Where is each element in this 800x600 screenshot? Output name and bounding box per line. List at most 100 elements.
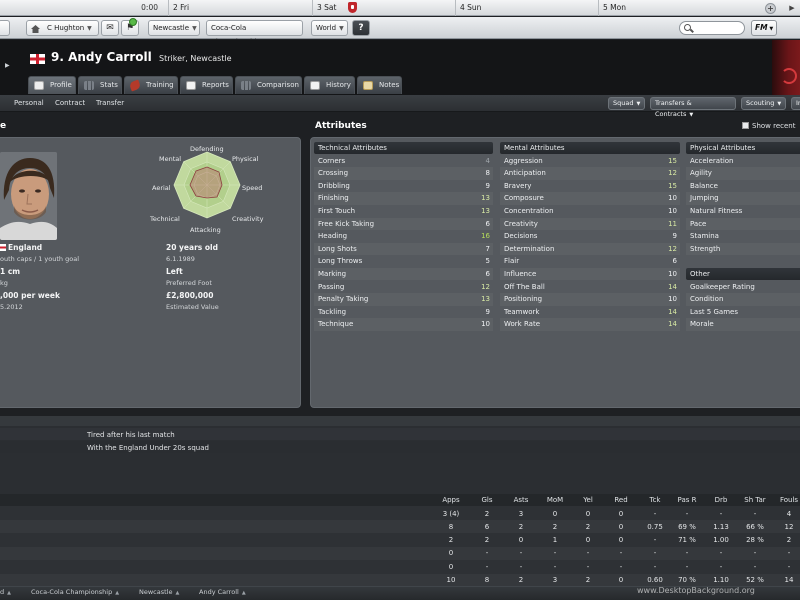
breadcrumb-item[interactable]: Coca-Cola Championship ▲ xyxy=(31,588,119,596)
attribute-row[interactable]: Finishing 13 xyxy=(314,192,493,205)
tab-reports[interactable]: Reports xyxy=(180,76,233,94)
attribute-row[interactable]: Tackling 9 xyxy=(314,306,493,319)
expand-arrow-icon[interactable]: ▶ xyxy=(5,62,10,69)
competition-menu-button[interactable]: Coca-Cola Championship▼ xyxy=(206,20,303,46)
attribute-row[interactable]: Concentration 10 xyxy=(500,205,680,218)
attribute-row[interactable]: Aggression 15 xyxy=(500,155,680,168)
calendar-day-label: 2 Fri xyxy=(173,3,190,12)
player-portrait xyxy=(0,152,57,240)
attribute-row[interactable]: Anticipation 12 xyxy=(500,167,680,180)
tab-training[interactable]: Training xyxy=(124,76,178,94)
attribute-row[interactable]: Goalkeeper Rating xyxy=(686,281,800,294)
stats-header-cell[interactable]: Tck xyxy=(637,496,673,504)
attribute-value: 5 xyxy=(485,257,490,266)
home-icon xyxy=(31,24,40,33)
attribute-row[interactable]: Off The Ball 14 xyxy=(500,281,680,294)
calendar-plus-icon[interactable]: + xyxy=(765,3,776,14)
attribute-row[interactable]: Creativity 11 xyxy=(500,217,680,231)
attribute-row[interactable]: Natural Fitness xyxy=(686,205,800,218)
attribute-row[interactable]: Crossing 8 xyxy=(314,167,493,180)
world-menu-button[interactable]: World ▼ xyxy=(311,20,348,36)
attribute-row[interactable]: Jumping xyxy=(686,192,800,205)
tab-comparison[interactable]: Comparison xyxy=(235,76,302,94)
attribute-name: Long Throws xyxy=(318,257,363,266)
stats-cell: - xyxy=(685,562,689,571)
subnav-contract[interactable]: Contract xyxy=(55,99,85,107)
attribute-row[interactable]: Bravery 15 xyxy=(500,180,680,193)
squad-menu-button[interactable]: Squad ▼ xyxy=(608,97,645,110)
stats-header-cell[interactable]: Red xyxy=(603,496,639,504)
attribute-row[interactable]: Dribbling 9 xyxy=(314,180,493,193)
calendar-day-sat[interactable]: 3 Sat xyxy=(312,0,452,16)
in-menu-button[interactable]: In xyxy=(791,97,800,110)
attribute-row[interactable]: Long Shots 7 xyxy=(314,242,493,256)
attribute-row[interactable]: Determination 12 xyxy=(500,242,680,256)
stats-header-cell[interactable]: Gls xyxy=(469,496,505,504)
attribute-row[interactable]: Agility xyxy=(686,167,800,180)
back-button[interactable] xyxy=(0,20,10,36)
show-recent-checkbox[interactable]: Show recent xyxy=(742,122,795,130)
attribute-row[interactable]: Long Throws 5 xyxy=(314,255,493,268)
attribute-row[interactable]: Condition xyxy=(686,293,800,306)
attribute-name: Marking xyxy=(318,269,347,278)
search-input[interactable] xyxy=(679,21,745,35)
attribute-row[interactable]: Penalty Taking 13 xyxy=(314,293,493,306)
attribute-row[interactable]: Composure 10 xyxy=(500,192,680,205)
stats-header-cell[interactable]: MoM xyxy=(537,496,573,504)
stats-header-cell[interactable]: Sh Tar xyxy=(737,496,773,504)
inbox-icon[interactable]: ✉ xyxy=(101,20,119,36)
stats-header-cell[interactable]: Drb xyxy=(703,496,739,504)
tab-stats[interactable]: Stats xyxy=(78,76,122,94)
attribute-row[interactable]: Flair 6 xyxy=(500,255,680,268)
club-menu-button[interactable]: Newcastle ▼ xyxy=(148,20,200,36)
stats-header-cell[interactable]: Fouls xyxy=(771,496,800,504)
subnav-personal[interactable]: Personal xyxy=(14,99,44,107)
attribute-row[interactable]: Last 5 Games xyxy=(686,306,800,319)
help-button[interactable]: ? xyxy=(352,20,370,36)
stats-header-cell[interactable]: Yel xyxy=(570,496,606,504)
attribute-row[interactable]: Morale xyxy=(686,318,800,331)
stats-header-cell[interactable]: Apps xyxy=(433,496,469,504)
technical-attributes-header: Technical Attributes xyxy=(314,142,493,154)
attribute-row[interactable]: Technique 10 xyxy=(314,318,493,331)
calendar-next-arrow-icon[interactable]: ▶ xyxy=(784,0,800,16)
subnav-transfer[interactable]: Transfer xyxy=(96,99,124,107)
attribute-row[interactable]: Pace xyxy=(686,217,800,231)
fm-menu-button[interactable]: FM ▼ xyxy=(751,20,777,36)
transfers-contracts-menu-button[interactable]: Transfers & Contracts ▼ xyxy=(650,97,736,118)
attribute-row[interactable]: Stamina xyxy=(686,230,800,243)
attribute-row[interactable]: Work Rate 14 xyxy=(500,318,680,331)
attribute-row[interactable]: Free Kick Taking 6 xyxy=(314,217,493,231)
stats-header-cell[interactable]: Pas R xyxy=(669,496,705,504)
stats-header-cell[interactable]: Asts xyxy=(503,496,539,504)
stats-cell: 14 xyxy=(784,576,794,584)
attribute-row[interactable]: Teamwork 14 xyxy=(500,306,680,319)
fixture-club-badge-icon[interactable] xyxy=(348,2,357,13)
attribute-row[interactable]: Balance xyxy=(686,180,800,193)
calendar-day-sun[interactable]: 4 Sun xyxy=(455,0,595,16)
attribute-row[interactable]: Corners 4 xyxy=(314,155,493,168)
breadcrumb-item[interactable]: d ▲ xyxy=(0,588,11,596)
manager-menu-button[interactable]: C Hughton ▼ xyxy=(26,20,99,36)
attribute-row[interactable]: Decisions 9 xyxy=(500,230,680,243)
tab-history[interactable]: History xyxy=(304,76,355,94)
team-icon[interactable]: ⚑ xyxy=(121,18,139,36)
stats-cell: - xyxy=(787,549,791,558)
attribute-row[interactable]: Influence 10 xyxy=(500,267,680,281)
attribute-row[interactable]: Strength xyxy=(686,242,800,256)
attribute-row[interactable]: First Touch 13 xyxy=(314,205,493,218)
attribute-row[interactable]: Marking 6 xyxy=(314,267,493,281)
tab-notes[interactable]: Notes xyxy=(357,76,402,94)
breadcrumb-item[interactable]: Newcastle ▲ xyxy=(139,588,179,596)
attribute-name: Free Kick Taking xyxy=(318,219,375,228)
scouting-menu-button[interactable]: Scouting ▼ xyxy=(741,97,786,110)
attribute-row[interactable]: Heading 16 xyxy=(314,230,493,243)
attribute-row[interactable]: Acceleration xyxy=(686,155,800,168)
tab-profile[interactable]: Profile xyxy=(28,76,76,94)
breadcrumb-item[interactable]: Andy Carroll ▲ xyxy=(199,588,246,596)
calendar-day-fri[interactable]: 2 Fri xyxy=(168,0,306,16)
stats-cell: 1.00 xyxy=(713,536,729,545)
attribute-row[interactable]: Positioning 10 xyxy=(500,293,680,306)
attribute-row[interactable]: Passing 12 xyxy=(314,281,493,294)
calendar-day-mon[interactable]: 5 Mon xyxy=(598,0,758,16)
